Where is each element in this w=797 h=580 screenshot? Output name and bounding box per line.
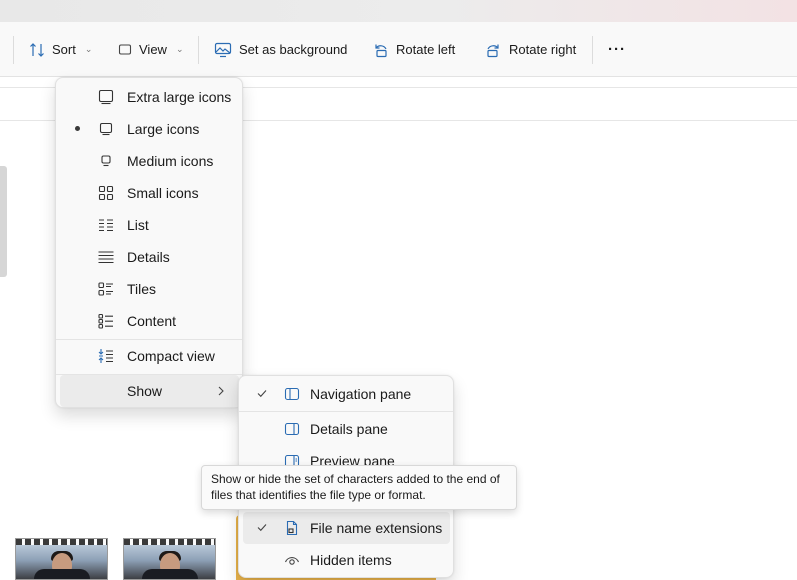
menu-item-label: Compact view xyxy=(127,348,215,364)
menu-item-compact-view[interactable]: Compact view xyxy=(60,340,239,372)
tooltip: Show or hide the set of characters added… xyxy=(201,465,517,510)
checkmark-icon xyxy=(257,524,267,532)
view-button[interactable]: View ⌄ xyxy=(118,22,184,77)
menu-item-extra-large-icons[interactable]: Extra large icons xyxy=(60,81,239,113)
more-options-button[interactable]: ··· xyxy=(608,22,626,77)
menu-item-content[interactable]: Content xyxy=(60,305,239,337)
menu-item-label: Large icons xyxy=(127,121,200,137)
file-extension-icon xyxy=(286,520,298,536)
navigation-pane-icon xyxy=(284,387,300,401)
set-as-background-label: Set as background xyxy=(239,42,348,57)
monitor-icon xyxy=(98,89,114,105)
menu-item-label: Medium icons xyxy=(127,153,214,169)
menu-item-small-icons[interactable]: Small icons xyxy=(60,177,239,209)
grid-icon xyxy=(98,185,114,201)
view-label: View xyxy=(139,42,167,57)
chevron-right-icon xyxy=(218,386,224,396)
sort-button[interactable]: Sort ⌄ xyxy=(29,22,92,77)
menu-item-label: Show xyxy=(127,383,163,399)
menu-item-hidden-items[interactable]: Hidden items xyxy=(243,544,450,576)
tiles-icon xyxy=(98,282,113,296)
rotate-left-label: Rotate left xyxy=(396,42,456,57)
scrollbar[interactable] xyxy=(0,166,7,277)
thumbnail-image xyxy=(16,545,107,579)
menu-item-label: Small icons xyxy=(127,185,199,201)
menu-separator xyxy=(239,411,453,412)
more-icon: ··· xyxy=(608,41,626,58)
details-pane-icon xyxy=(284,422,300,436)
chevron-down-icon: ⌄ xyxy=(84,44,93,54)
image-background-icon xyxy=(214,42,232,57)
menu-item-file-name-extensions[interactable]: File name extensions xyxy=(243,512,450,544)
menu-item-label: Tiles xyxy=(127,281,157,297)
menu-item-label: Hidden items xyxy=(310,552,392,568)
rotate-left-icon xyxy=(375,44,387,57)
view-menu: Extra large icons Large icons Medium ico… xyxy=(55,77,243,408)
menu-item-navigation-pane[interactable]: Navigation pane xyxy=(243,378,450,410)
menu-item-large-icons[interactable]: Large icons xyxy=(60,113,239,145)
checkmark-icon xyxy=(257,390,267,398)
sort-label: Sort xyxy=(52,42,76,57)
content-icon xyxy=(98,313,113,329)
rotate-right-label: Rotate right xyxy=(509,42,577,57)
menu-item-details[interactable]: Details xyxy=(60,241,239,273)
toolbar-separator xyxy=(13,36,14,64)
menu-item-show[interactable]: Show xyxy=(60,375,239,407)
sort-icon xyxy=(30,42,44,57)
rotate-left-button[interactable]: Rotate left xyxy=(372,22,455,77)
menu-item-medium-icons[interactable]: Medium icons xyxy=(60,145,239,177)
view-icon xyxy=(118,43,132,55)
toolbar-separator xyxy=(198,36,199,64)
menu-item-details-pane[interactable]: Details pane xyxy=(243,413,450,445)
menu-item-label: Content xyxy=(127,313,177,329)
toolbar-separator xyxy=(592,36,593,64)
rotate-right-icon xyxy=(487,44,499,57)
compact-icon xyxy=(98,349,113,363)
tooltip-line: Show or hide the set of characters added… xyxy=(211,472,500,486)
menu-item-label: Navigation pane xyxy=(310,386,412,402)
monitor-icon xyxy=(99,122,113,136)
menu-item-label: Details xyxy=(127,249,170,265)
menu-item-label: File name extensions xyxy=(310,520,443,536)
menu-item-label: Details pane xyxy=(310,421,388,437)
video-thumbnail[interactable] xyxy=(15,538,108,580)
command-bar: Sort ⌄ View ⌄ Set as background Rotate l… xyxy=(0,22,797,77)
thumbnail-image xyxy=(124,545,215,579)
menu-item-tiles[interactable]: Tiles xyxy=(60,273,239,305)
menu-item-label: List xyxy=(127,217,149,233)
video-thumbnail[interactable] xyxy=(123,538,216,580)
details-icon xyxy=(98,251,114,264)
rotate-right-button[interactable]: Rotate right xyxy=(485,22,576,77)
eye-icon xyxy=(284,557,300,565)
title-bar xyxy=(0,0,797,22)
tooltip-line: files that identifies the file type or f… xyxy=(211,488,426,502)
selected-bullet-icon xyxy=(75,126,80,131)
chevron-down-icon: ⌄ xyxy=(175,44,184,54)
monitor-small-icon xyxy=(101,155,111,167)
menu-item-list[interactable]: List xyxy=(60,209,239,241)
menu-item-label: Extra large icons xyxy=(127,89,232,105)
set-as-background-button[interactable]: Set as background xyxy=(214,22,347,77)
list-icon xyxy=(99,219,113,232)
